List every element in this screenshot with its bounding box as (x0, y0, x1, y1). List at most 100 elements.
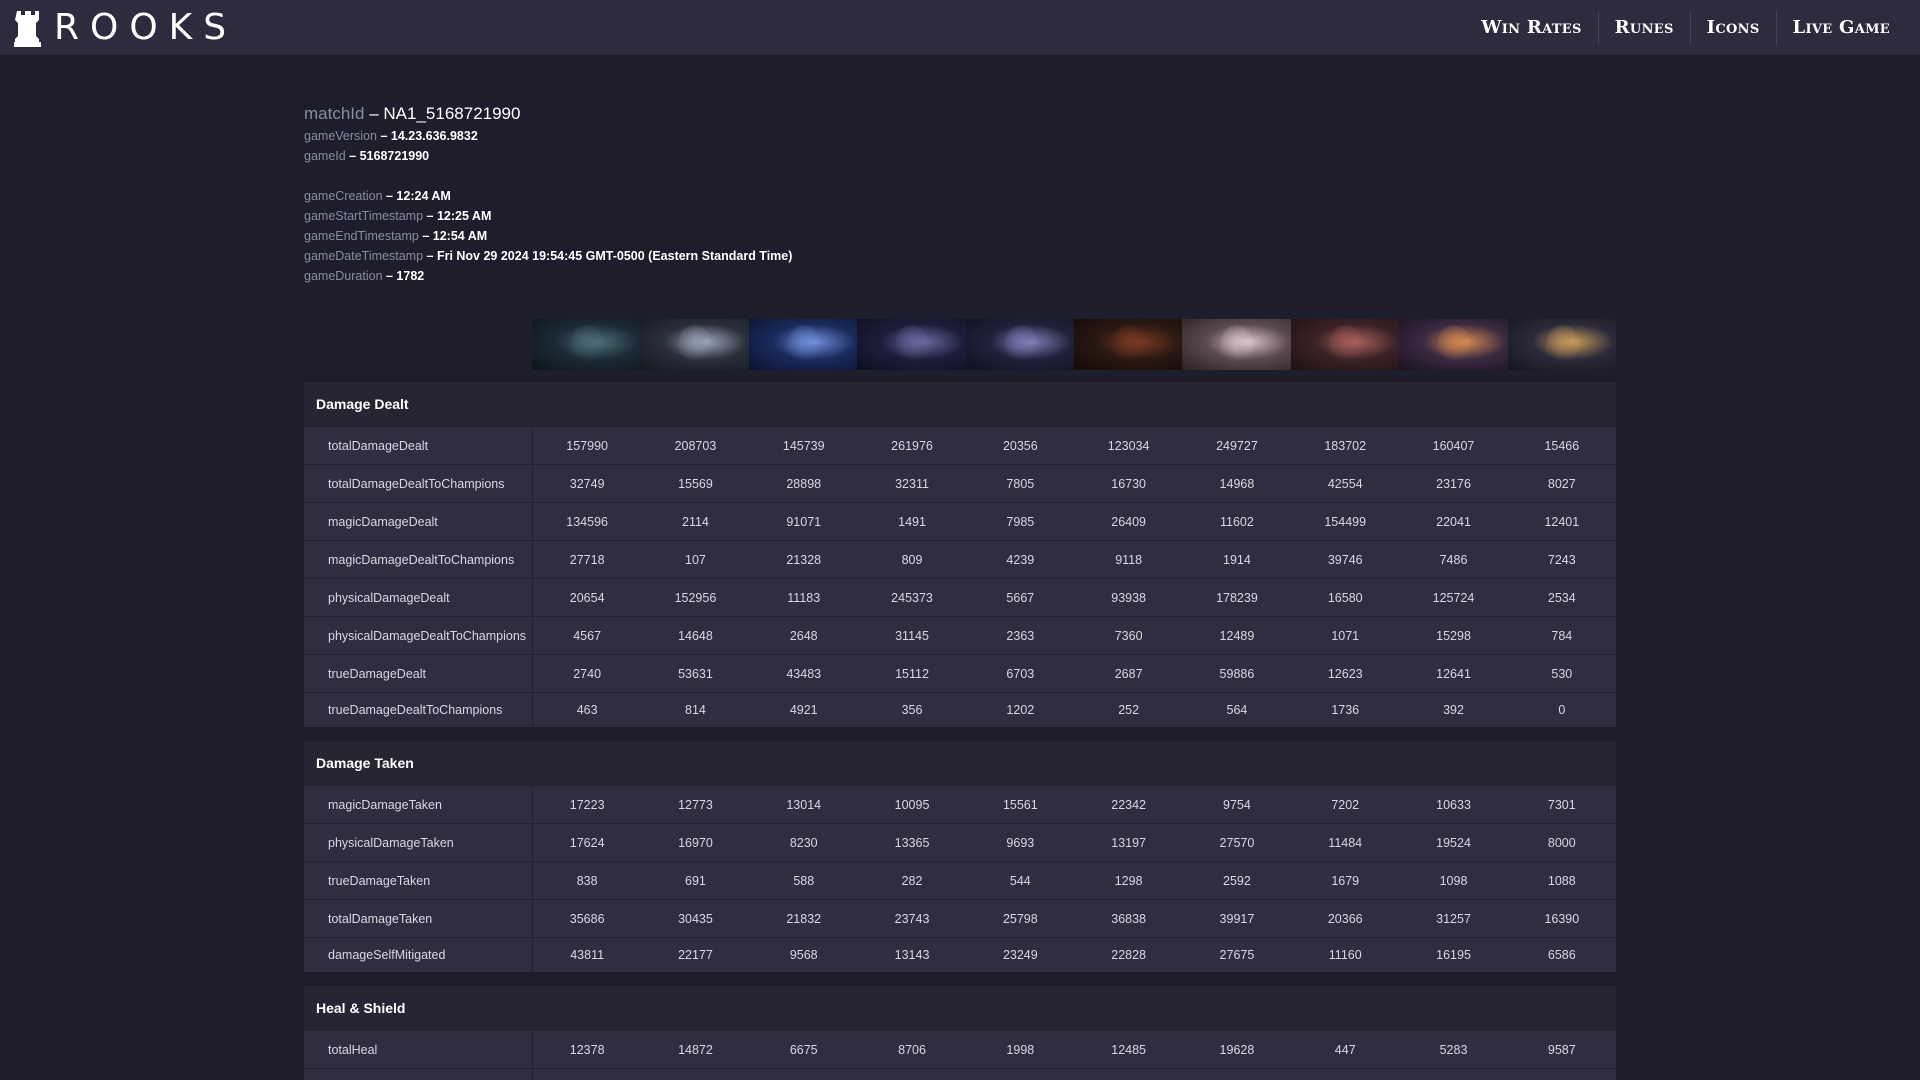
champion-face-graphic (1328, 325, 1363, 365)
table-cell: 36838 (1111, 911, 1147, 926)
nav-runes[interactable]: Runes (1599, 12, 1690, 44)
table-cell: 4921 (789, 703, 818, 717)
table-cell: 15466 (1544, 438, 1580, 453)
table-row: magicDamageTaken 17223 12773 13014 10095 1556… (304, 785, 1616, 823)
table-cell: 15561 (1002, 797, 1038, 812)
table-cell: 814 (685, 703, 706, 717)
table-cell: 22041 (1436, 514, 1471, 529)
separator: – (423, 249, 437, 263)
champion-portrait[interactable] (532, 319, 641, 370)
champion-face-graphic (678, 325, 713, 365)
table-cell: 15569 (678, 476, 713, 491)
table-cell: 2363 (1006, 628, 1035, 643)
table-cell: 392 (1443, 703, 1464, 717)
table-cell: 9568 (789, 948, 818, 962)
table-cell: 0 (750, 1069, 858, 1080)
table-cell: 13365 (894, 835, 930, 850)
row-label: totalDamageDealtToChampions (304, 465, 533, 502)
table-cell: 22177 (678, 948, 713, 962)
table-row: damageSelfMitigated 43811 22177 9568 13143 23… (304, 937, 1616, 972)
table-cell: 7243 (1547, 552, 1576, 567)
table-cell: 2740 (573, 666, 602, 681)
row-label: physicalDamageTaken (304, 824, 533, 861)
table-cell: 691 (685, 873, 706, 888)
table-cell: 0 (966, 1069, 1074, 1080)
stats-section: Damage Taken magicDamageTaken 17223 12773 13… (304, 741, 1616, 972)
table-cell: 6675 (789, 1042, 818, 1057)
row-values: 35686 30435 21832 23743 25798 36838 39917 20366… (533, 900, 1616, 937)
nav-live-game[interactable]: Live Game (1777, 12, 1906, 44)
row-values: 17223 12773 13014 10095 15561 22342 9754 7202 10… (533, 786, 1616, 823)
table-cell: 22828 (1111, 948, 1147, 962)
row-values: 0000000007226 (533, 1069, 1616, 1080)
champion-portrait[interactable] (857, 319, 966, 370)
table-cell: 12489 (1219, 628, 1255, 643)
champion-portrait[interactable] (748, 319, 858, 370)
section-title: Damage Taken (316, 755, 414, 771)
row-label: magicDamageDealtToChampions (304, 541, 533, 578)
table-cell: 160407 (1432, 438, 1475, 453)
separator: – (345, 149, 360, 163)
table-cell: 31257 (1436, 911, 1471, 926)
table-cell: 1098 (1439, 873, 1468, 888)
nav-icons[interactable]: Icons (1691, 12, 1776, 44)
match-id-label: matchId (304, 104, 365, 123)
table-cell: 27718 (569, 552, 605, 567)
table-cell: 0 (533, 1069, 641, 1080)
table-cell: 32749 (569, 476, 605, 491)
row-values: 134596 2114 91071 1491 7985 26409 11602 154499 2… (533, 503, 1616, 540)
brand-logo[interactable]: ROOKS (14, 9, 237, 47)
row-label: physicalDamageDealtToChampions (304, 617, 533, 654)
nav-win-rates[interactable]: Win Rates (1465, 12, 1597, 44)
table-row: magicDamageDealt 134596 2114 91071 1491 7985 2… (304, 502, 1616, 540)
table-cell: 208703 (674, 438, 717, 453)
table-cell: 23176 (1436, 476, 1471, 491)
table-cell: 13143 (894, 948, 930, 962)
table-row: totalDamageDealt 157990 208703 145739 261976… (304, 426, 1616, 464)
champion-portrait[interactable] (1182, 319, 1291, 370)
champion-portrait[interactable] (1290, 319, 1400, 370)
row-label: trueDamageDealt (304, 655, 533, 692)
match-id-value: NA1_5168721990 (383, 104, 521, 123)
table-cell: 6586 (1547, 948, 1576, 962)
table-cell: 2534 (1547, 590, 1576, 605)
table-cell: 544 (1009, 873, 1031, 888)
rook-chess-icon (14, 10, 41, 47)
champion-portrait[interactable] (1399, 319, 1508, 370)
separator: – (382, 269, 397, 283)
table-row: physicalDamageDealtToChampions 4567 14648 2… (304, 616, 1616, 654)
table-cell: 12641 (1436, 666, 1471, 681)
game-id-value: 5168721990 (359, 149, 430, 163)
game-date-row: gameDateTimestamp – Fri Nov 29 2024 19:5… (304, 246, 792, 266)
champion-portrait[interactable] (640, 319, 749, 370)
row-label: trueDamageDealtToChampions (304, 693, 533, 727)
table-cell: 27570 (1219, 835, 1255, 850)
table-cell: 134596 (566, 514, 608, 529)
table-row: trueDamageTaken 838 691 588 282 544 1298 2592 16… (304, 861, 1616, 899)
section-title: Heal & Shield (316, 1000, 406, 1016)
separator: – (418, 229, 433, 243)
game-date-label: gameDateTimestamp (304, 249, 424, 263)
table-cell: 125724 (1432, 590, 1475, 605)
game-start-row: gameStartTimestamp – 12:25 AM (304, 206, 792, 226)
table-cell: 530 (1551, 666, 1573, 681)
table-cell: 14872 (678, 1042, 713, 1057)
table-cell: 2592 (1223, 873, 1251, 888)
table-cell: 27675 (1219, 948, 1255, 962)
champion-portrait[interactable] (1074, 319, 1183, 370)
table-cell: 1298 (1114, 873, 1143, 888)
table-cell: 22342 (1111, 797, 1147, 812)
row-label: physicalDamageDealt (304, 579, 533, 616)
separator: – (364, 104, 384, 123)
game-id-row: gameId – 5168721990 (304, 146, 792, 166)
champion-portrait[interactable] (965, 319, 1075, 370)
champion-portrait[interactable] (1507, 319, 1616, 370)
table-cell: 8230 (789, 835, 818, 850)
row-values: 20654 152956 11183 245373 5667 93938 178239 165… (533, 579, 1616, 616)
row-values: 838 691 588 282 544 1298 2592 1679 1098 1088 (533, 862, 1616, 899)
table-cell: 59886 (1219, 666, 1255, 681)
table-cell: 282 (901, 873, 923, 888)
row-values: 27718 107 21328 809 4239 9118 1914 39746 7486 724… (533, 541, 1616, 578)
table-cell: 14648 (678, 628, 713, 643)
table-cell: 15112 (895, 666, 929, 681)
